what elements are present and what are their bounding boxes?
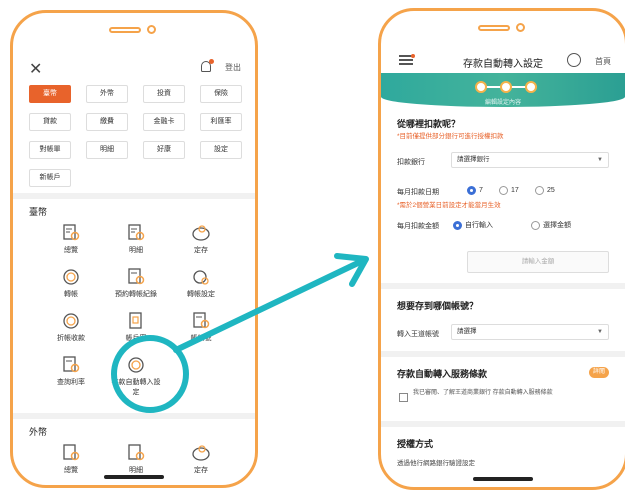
date-option-label: 17 (511, 187, 519, 194)
amount-label: 每月扣款金額 (397, 223, 439, 230)
step-2-indicator (500, 81, 512, 93)
section-divider (381, 351, 625, 357)
chevron-down-icon: ▼ (597, 329, 603, 335)
amount-option-label: 選擇金額 (543, 222, 571, 229)
page-title: 存款自動轉入設定 (463, 59, 543, 70)
date-option-17[interactable]: 17 (499, 186, 519, 195)
source-section-header: 從哪裡扣款呢？ *目前僅提供部分銀行可進行授權扣款 (397, 117, 611, 140)
terms-checkbox[interactable] (399, 393, 408, 402)
step-3-indicator (525, 81, 537, 93)
account-select-value: 請選擇 (457, 328, 477, 335)
date-option-7[interactable]: 7 (467, 186, 483, 195)
target-question: 想要存到哪個帳號？ (397, 301, 479, 311)
bank-label: 扣款銀行 (397, 159, 425, 166)
amount-input[interactable]: 請輸入金額 (467, 251, 609, 273)
phone-notch (478, 21, 528, 35)
bank-select[interactable]: 請選擇銀行 ▼ (451, 152, 609, 168)
chevron-down-icon: ▼ (597, 157, 603, 163)
account-select[interactable]: 請選擇 ▼ (451, 324, 609, 340)
date-note: *需於2個營業日前設定才能當月生效 (397, 202, 501, 209)
help-icon[interactable] (567, 53, 581, 67)
terms-title: 存款自動轉入服務條款 (397, 369, 488, 379)
date-option-label: 7 (479, 187, 483, 194)
account-label: 轉入王道帳號 (397, 331, 439, 338)
section-divider (381, 421, 625, 427)
step-1-indicator (475, 81, 487, 93)
right-phone-frame: 存款自動轉入設定 首頁 編輯設定內容 從哪裡扣款呢？ *目前僅提供部分銀行可進行… (378, 8, 625, 490)
auth-desc: 透過他行網路銀行驗證設定 (397, 460, 475, 467)
home-indicator (473, 477, 533, 481)
auth-title: 授權方式 (397, 439, 434, 449)
amount-option-preset[interactable]: 選擇金額 (531, 220, 571, 230)
date-label: 每月扣款日期 (397, 189, 439, 196)
amount-option-custom[interactable]: 自行輸入 (453, 220, 493, 230)
terms-detail-badge[interactable]: 詳閱 (589, 367, 609, 378)
amount-option-label: 自行輸入 (465, 222, 493, 229)
section-divider (381, 283, 625, 289)
date-option-label: 25 (547, 187, 555, 194)
terms-agree-text: 我已審閱、了解王道商業銀行 存款自動轉入服務條款 (413, 390, 553, 396)
date-option-25[interactable]: 25 (535, 186, 555, 195)
page-header: 存款自動轉入設定 首頁 (381, 51, 625, 73)
bank-select-value: 請選擇銀行 (457, 156, 490, 163)
step-label: 編輯設定內容 (484, 100, 521, 106)
home-link[interactable]: 首頁 (595, 56, 611, 67)
source-question: 從哪裡扣款呢？ (397, 119, 461, 129)
source-note: *目前僅提供部分銀行可進行授權扣款 (397, 133, 504, 140)
